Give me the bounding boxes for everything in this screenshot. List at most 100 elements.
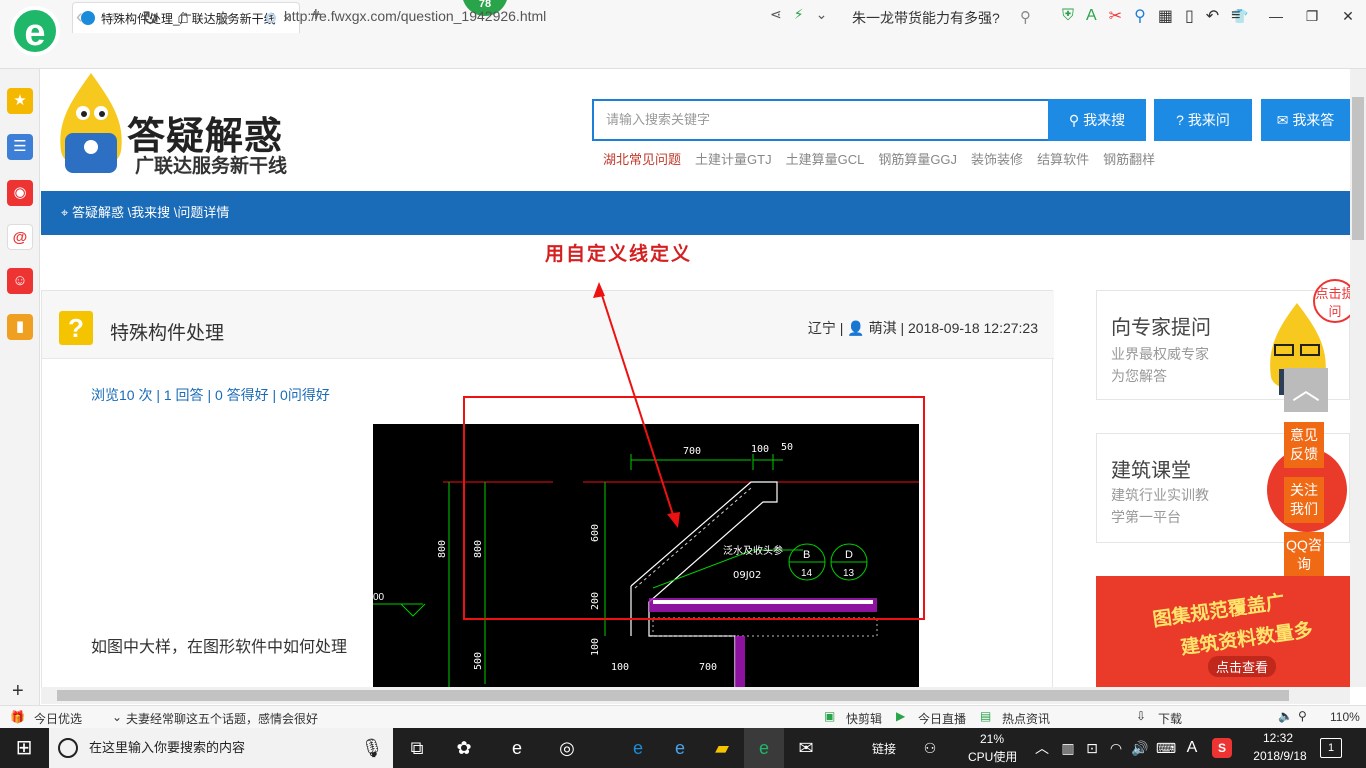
news-search-field[interactable]: 朱一龙带货能力有多强? xyxy=(852,8,1000,28)
download-icon: ⇩ xyxy=(1136,709,1147,723)
undo-icon[interactable]: ↶ xyxy=(1206,6,1219,26)
search-icon[interactable]: ⚲ xyxy=(1020,8,1031,26)
notification-center-icon[interactable]: 1 xyxy=(1320,738,1342,758)
url-field[interactable]: http://e.fwxgx.com/question_1942926.html xyxy=(284,8,546,24)
cortana-icon[interactable] xyxy=(58,738,78,758)
taskbar-search-input[interactable]: 在这里输入你要搜索的内容 xyxy=(49,728,393,768)
answer-button[interactable]: ✉ 我来答 xyxy=(1261,99,1350,141)
refresh-icon[interactable]: ↻ xyxy=(142,6,159,31)
search-button[interactable]: ⚲ 我来搜 xyxy=(1048,99,1146,141)
today-picks[interactable]: 今日优选 xyxy=(34,710,82,727)
favorites-star-icon[interactable]: ★ xyxy=(7,88,33,114)
question-user[interactable]: 萌淇 xyxy=(869,320,897,336)
click-ask-badge[interactable]: 点击提问 xyxy=(1313,279,1350,323)
search-button-label: 我来搜 xyxy=(1083,112,1126,128)
hot-link[interactable]: 湖北常见问题 xyxy=(603,149,681,168)
hot-link[interactable]: 土建算量GCL xyxy=(786,149,865,168)
hot-link[interactable]: 钢筋算量GGJ xyxy=(878,149,957,168)
mail-icon[interactable]: @ xyxy=(7,224,33,250)
folder-icon[interactable]: ▰ xyxy=(710,736,734,760)
toolbar-icons: ⛨ A ✂ ⚲ ▦ ▯ ↶ ≡ xyxy=(1062,6,1241,26)
close-window-icon[interactable]: ✕ xyxy=(1330,0,1366,33)
download-link[interactable]: 下载 xyxy=(1158,710,1182,727)
ask-button[interactable]: ? 我来问 xyxy=(1154,99,1252,141)
ie-icon[interactable]: e xyxy=(668,736,692,760)
share-icon[interactable]: ⋖ xyxy=(770,6,782,23)
mail-app-icon[interactable]: ✉ xyxy=(794,736,818,760)
task-view-icon[interactable]: ⧉ xyxy=(405,736,429,760)
cpu-percent: 21% xyxy=(980,732,1005,746)
site-favicon-icon xyxy=(81,11,95,25)
translate-icon[interactable]: A xyxy=(1086,7,1097,25)
volume-icon[interactable]: 🔊 xyxy=(1128,736,1152,760)
tray-icon[interactable]: ⊡ xyxy=(1080,736,1104,760)
notebook-icon[interactable]: ▮ xyxy=(7,314,33,340)
question-body: 如图中大样，在图形软件中如何处理 xyxy=(91,639,348,656)
news-list-icon[interactable]: ☰ xyxy=(7,134,33,160)
clock-date[interactable]: 2018/9/18 xyxy=(1250,749,1310,763)
hot-link[interactable]: 土建计量GTJ xyxy=(695,149,772,168)
sogou-ime-icon[interactable]: S xyxy=(1212,738,1232,758)
apps-grid-icon[interactable]: ▦ xyxy=(1158,6,1173,26)
keyboard-icon[interactable]: ⌨ xyxy=(1154,736,1178,760)
hot-link[interactable]: 结算软件 xyxy=(1037,149,1089,168)
favorite-star-icon[interactable]: ☆ xyxy=(214,6,232,31)
menu-icon[interactable]: ≡ xyxy=(1231,7,1240,25)
clock-time[interactable]: 12:32 xyxy=(1250,731,1306,745)
course-title: 建筑课堂 xyxy=(1111,460,1191,482)
scissors-icon[interactable]: ✂ xyxy=(1109,6,1122,26)
security-icon xyxy=(266,13,276,23)
hot-link[interactable]: 钢筋翻样 xyxy=(1103,149,1155,168)
qq-consult-button[interactable]: QQ咨询 xyxy=(1284,532,1324,578)
ime-indicator[interactable]: A xyxy=(1180,736,1204,760)
weibo-icon[interactable]: ◉ xyxy=(7,180,33,206)
links-toolbar[interactable]: 链接 xyxy=(872,740,896,757)
question-meta: 辽宁 | 👤 萌淇 | 2018-09-18 12:27:23 xyxy=(807,320,1038,336)
address-bar xyxy=(0,33,1366,69)
banner-button[interactable]: 点击查看 xyxy=(1208,656,1277,677)
today-live[interactable]: 今日直播 xyxy=(918,710,966,727)
app-icon[interactable]: ◎ xyxy=(555,736,579,760)
chevron-down-icon[interactable]: ⌄ xyxy=(816,6,828,23)
feedback-button[interactable]: 意见反馈 xyxy=(1284,422,1324,468)
hot-news[interactable]: 热点资讯 xyxy=(1002,710,1050,727)
edge-icon[interactable]: e xyxy=(626,736,650,760)
window-controls: 👕 — ❐ ✕ xyxy=(1222,0,1366,33)
browser-e-icon[interactable]: e xyxy=(505,736,529,760)
clip-icon: ▣ xyxy=(824,709,836,723)
browser-running-icon[interactable]: e xyxy=(752,736,776,760)
quick-clip[interactable]: 快剪辑 xyxy=(846,710,882,727)
windows-start-icon[interactable]: ⊞ xyxy=(12,736,36,760)
restore-icon[interactable]: ❐ xyxy=(1294,0,1330,33)
zoom-level[interactable]: 110% xyxy=(1330,710,1360,724)
browser-logo[interactable]: e xyxy=(10,6,60,56)
vertical-scroll-thumb[interactable] xyxy=(1352,97,1364,240)
hot-link[interactable]: 装饰装修 xyxy=(971,149,1023,168)
home-icon[interactable]: ⌂ xyxy=(177,6,189,29)
news-headline[interactable]: 夫妻经常聊这五个话题，感情会很好 xyxy=(126,710,318,727)
back-icon[interactable]: ‹ xyxy=(76,6,83,29)
magnifier-icon[interactable]: ⚲ xyxy=(1134,6,1146,26)
add-panel-icon[interactable]: + xyxy=(12,680,24,703)
wifi-icon[interactable]: ◠ xyxy=(1104,736,1128,760)
speaker-icon[interactable]: 🔈 xyxy=(1278,709,1293,723)
people-icon[interactable]: ⚇ xyxy=(918,736,942,760)
shield-icon[interactable]: ⛨ xyxy=(1062,7,1074,25)
reading-mode-icon[interactable]: ▯ xyxy=(1185,6,1194,26)
app-icon[interactable]: ✿ xyxy=(452,736,476,760)
tray-icon[interactable]: ▥ xyxy=(1056,736,1080,760)
search-input[interactable]: 请输入搜索关键字 xyxy=(592,99,1048,141)
hot-news-icon: ▤ xyxy=(980,709,992,723)
follow-button[interactable]: 关注我们 xyxy=(1284,477,1324,523)
tray-expand-icon[interactable]: ︿ xyxy=(1030,736,1054,760)
game-icon[interactable]: ☺ xyxy=(7,268,33,294)
status-bar: 🎁 今日优选 ⌄ 夫妻经常聊这五个话题，感情会很好 ▣ 快剪辑 ▶ 今日直播 ▤… xyxy=(0,705,1366,728)
breadcrumb[interactable]: 答疑解惑 \我来搜 \问题详情 xyxy=(72,205,229,220)
horizontal-scroll-thumb[interactable] xyxy=(57,690,1289,701)
lightning-icon[interactable]: ⚡ xyxy=(794,6,804,23)
microphone-icon[interactable]: 🎙 xyxy=(360,736,384,760)
forward-icon[interactable]: › xyxy=(110,6,117,29)
minimize-icon[interactable]: — xyxy=(1258,0,1294,33)
ad-banner[interactable]: 图集规范覆盖广 建筑资料数量多 点击查看 xyxy=(1096,576,1350,687)
back-to-top-button[interactable]: ︿ xyxy=(1284,368,1328,412)
